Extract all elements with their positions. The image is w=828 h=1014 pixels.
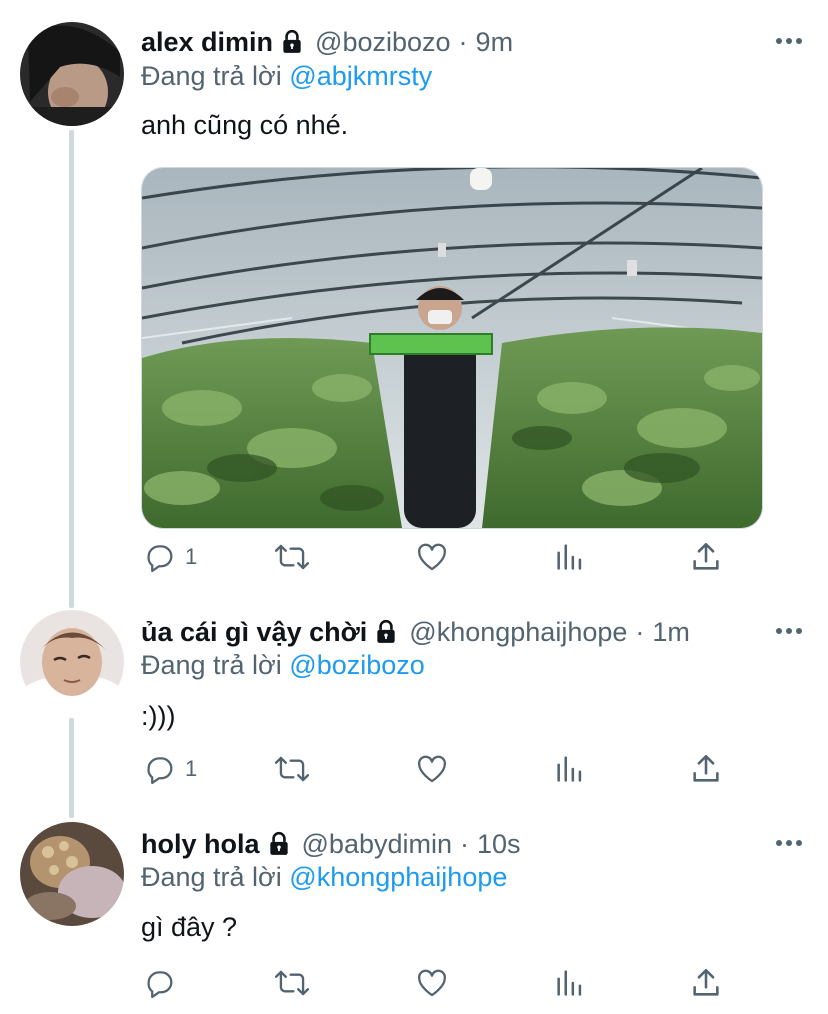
tweet-actions (141, 966, 781, 1006)
separator: · (635, 616, 645, 647)
avatar[interactable] (20, 822, 124, 926)
tweet-text: gì đây ? (141, 912, 238, 942)
separator: · (458, 26, 468, 57)
separator: · (460, 828, 469, 859)
tweet-header: ủa cái gì vậy chời @khongphaijhope · 1m (141, 614, 690, 650)
reply-icon (143, 752, 177, 786)
reply-button[interactable]: 1 (143, 752, 197, 786)
share-button[interactable] (689, 752, 723, 786)
share-button[interactable] (689, 966, 723, 1000)
like-icon (415, 540, 449, 574)
share-icon (689, 752, 723, 786)
timestamp[interactable]: 10s (477, 829, 521, 860)
like-button[interactable] (415, 752, 449, 786)
tweet-text: :))) (141, 701, 176, 731)
thread-line-2 (69, 718, 74, 818)
replying-label: Đang trả lời (141, 650, 282, 680)
mention-link[interactable]: @bozibozo (289, 650, 425, 680)
analytics-icon (553, 752, 587, 786)
replying-to: Đang trả lời @khongphaijhope (141, 862, 507, 893)
avatar[interactable] (20, 22, 124, 126)
replying-to: Đang trả lời @abjkmrsty (141, 61, 432, 92)
analytics-button[interactable] (553, 966, 587, 1000)
timestamp[interactable]: 1m (652, 617, 690, 648)
tweet-text: anh cũng có nhé. (141, 110, 349, 140)
lock-icon (373, 619, 399, 645)
replying-to: Đang trả lời @bozibozo (141, 650, 425, 681)
lock-icon (266, 831, 292, 857)
more-icon[interactable] (776, 628, 802, 634)
more-icon[interactable] (776, 840, 802, 846)
analytics-button[interactable] (553, 752, 587, 786)
handle[interactable]: @bozibozo (315, 27, 451, 58)
like-icon (415, 966, 449, 1000)
timestamp[interactable]: 9m (476, 27, 514, 58)
tweet-photo[interactable] (141, 167, 763, 529)
tweet-header: holy hola @babydimin · 10s (141, 826, 521, 862)
mention-link[interactable]: @abjkmrsty (289, 61, 432, 91)
retweet-icon (274, 966, 310, 1000)
handle[interactable]: @khongphaijhope (409, 617, 627, 648)
retweet-icon (274, 540, 310, 574)
tweet-actions: 1 (141, 752, 781, 792)
avatar[interactable] (20, 610, 124, 714)
handle[interactable]: @babydimin (302, 829, 452, 860)
analytics-icon (553, 540, 587, 574)
replying-label: Đang trả lời (141, 61, 282, 91)
reply-icon (143, 540, 177, 574)
reply-button[interactable]: 1 (143, 540, 197, 574)
like-button[interactable] (415, 966, 449, 1000)
retweet-button[interactable] (274, 966, 310, 1000)
thread-line-1 (69, 130, 74, 608)
display-name[interactable]: alex dimin (141, 27, 273, 58)
tweet-actions: 1 (141, 540, 781, 580)
reply-count: 1 (185, 756, 198, 781)
more-icon[interactable] (776, 38, 802, 44)
tweet-header: alex dimin @bozibozo · 9m (141, 24, 513, 60)
share-icon (689, 966, 723, 1000)
reply-icon (143, 966, 177, 1000)
analytics-icon (553, 966, 587, 1000)
share-icon (689, 540, 723, 574)
retweet-icon (274, 752, 310, 786)
display-name[interactable]: ủa cái gì vậy chời (141, 617, 367, 648)
analytics-button[interactable] (553, 540, 587, 574)
share-button[interactable] (689, 540, 723, 574)
replying-label: Đang trả lời (141, 862, 282, 892)
like-icon (415, 752, 449, 786)
reply-count: 1 (185, 544, 198, 569)
retweet-button[interactable] (274, 540, 310, 574)
reply-button[interactable] (143, 966, 185, 1000)
retweet-button[interactable] (274, 752, 310, 786)
display-name[interactable]: holy hola (141, 829, 260, 860)
lock-icon (279, 29, 305, 55)
mention-link[interactable]: @khongphaijhope (289, 862, 507, 892)
like-button[interactable] (415, 540, 449, 574)
